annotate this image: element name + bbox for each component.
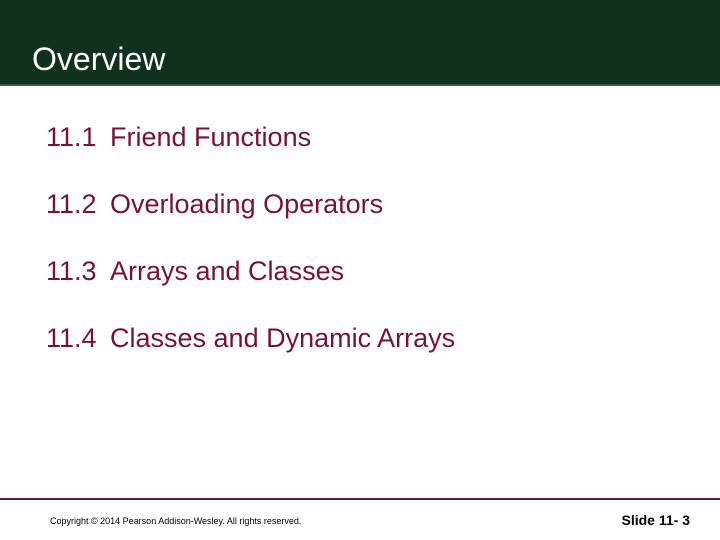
copyright-text: Copyright © 2014 Pearson Addison-Wesley.… [50, 516, 301, 526]
slide: Overview 11.1Friend Functions 11.2Overlo… [0, 0, 720, 540]
header-bar: Overview [0, 0, 720, 86]
content-area: 11.1Friend Functions 11.2Overloading Ope… [0, 86, 720, 354]
footer: Copyright © 2014 Pearson Addison-Wesley.… [0, 498, 720, 540]
item-number: 11.3 [46, 256, 110, 287]
list-item[interactable]: 11.1Friend Functions [46, 122, 720, 153]
list-item[interactable]: 11.4Classes and Dynamic Arrays [46, 323, 720, 354]
slide-number: Slide 11- 3 [622, 512, 690, 528]
item-label: Arrays and Classes [110, 256, 344, 286]
item-label: Classes and Dynamic Arrays [110, 323, 455, 353]
item-number: 11.2 [46, 189, 110, 220]
item-number: 11.1 [46, 122, 110, 153]
header-underline [0, 84, 720, 86]
footer-divider [0, 498, 720, 500]
list-item[interactable]: 11.3Arrays and Classes [46, 256, 720, 287]
item-label: Overloading Operators [110, 189, 383, 219]
item-number: 11.4 [46, 323, 110, 354]
list-item[interactable]: 11.2Overloading Operators [46, 189, 720, 220]
item-label: Friend Functions [110, 122, 311, 152]
slide-title: Overview [32, 41, 165, 78]
